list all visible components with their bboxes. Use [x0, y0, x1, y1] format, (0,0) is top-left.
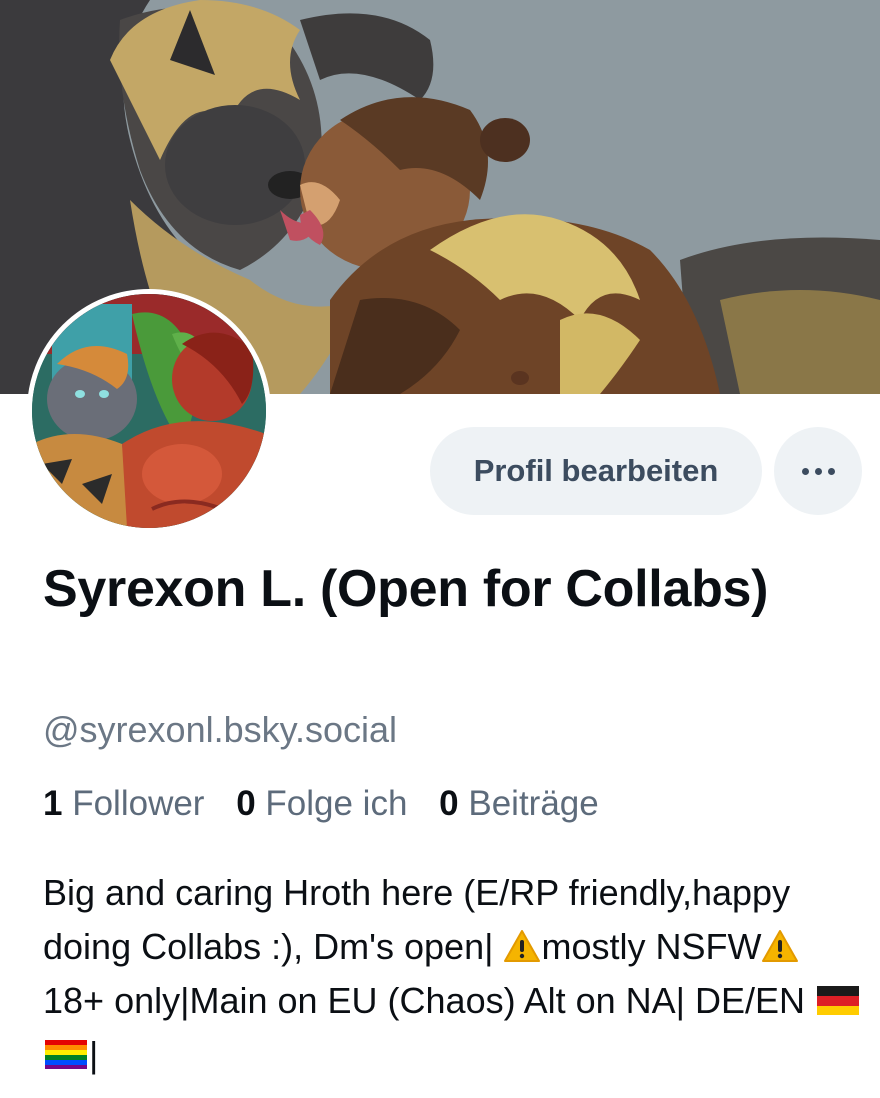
warning-icon	[762, 930, 799, 962]
profile-stats: 1 Follower 0 Folge ich 0 Beiträge	[43, 782, 621, 826]
flag-germany-icon	[817, 986, 860, 1015]
more-horizontal-icon	[799, 467, 838, 475]
warning-icon	[504, 930, 541, 962]
profile-page: Profil bearbeiten Syrexon L. (Open for C…	[0, 0, 880, 1098]
profile-handle: @syrexonl.bsky.social	[43, 709, 397, 750]
avatar-image	[32, 294, 266, 528]
followers-count: 1	[43, 784, 63, 823]
profile-display-name: Syrexon L. (Open for Collabs)	[43, 560, 769, 618]
followers-label: Follower	[72, 784, 205, 823]
following-stat[interactable]: 0 Folge ich	[236, 784, 407, 823]
more-options-button[interactable]	[774, 427, 862, 515]
posts-count: 0	[439, 784, 459, 823]
edit-profile-button[interactable]: Profil bearbeiten	[430, 427, 762, 515]
bio-text-2: mostly NSFW	[541, 926, 762, 967]
followers-stat[interactable]: 1 Follower	[43, 784, 204, 823]
flag-rainbow-icon	[45, 1040, 87, 1069]
profile-bio: Big and caring Hroth here (E/RP friendly…	[43, 866, 863, 1082]
bio-text-4: |	[89, 1034, 99, 1075]
posts-stat: 0 Beiträge	[439, 784, 599, 823]
following-label: Folge ich	[265, 784, 408, 823]
profile-avatar[interactable]	[27, 289, 271, 533]
posts-label: Beiträge	[468, 784, 599, 823]
following-count: 0	[236, 784, 256, 823]
